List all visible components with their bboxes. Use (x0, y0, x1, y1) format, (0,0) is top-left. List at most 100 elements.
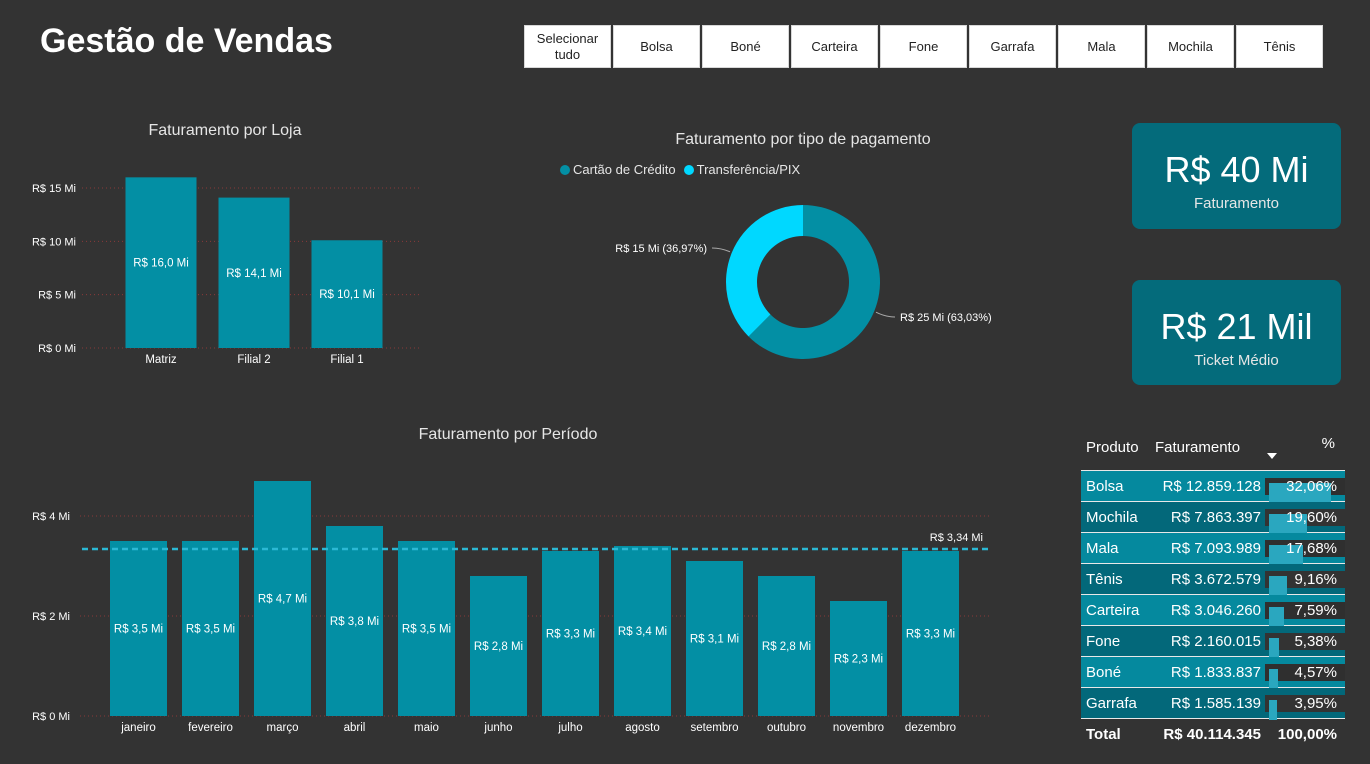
cell-produto: Carteira (1086, 601, 1140, 619)
pct-databar (1269, 637, 1280, 658)
slicer-fone[interactable]: Fone (880, 25, 967, 68)
cell-produto: Mochila (1086, 508, 1138, 526)
slicer-mochila[interactable]: Mochila (1147, 25, 1234, 68)
y-tick-label: R$ 15 Mi (32, 183, 76, 195)
data-label: R$ 10,1 Mi (319, 289, 375, 301)
table-row[interactable]: Mala R$ 7.093.989 17,68% (1081, 533, 1345, 565)
pct-databar (1269, 606, 1284, 627)
cell-faturamento: R$ 1.585.139 (1170, 694, 1261, 712)
legend-label: Transferência/PIX (696, 162, 801, 177)
pct-value: 4,57% (1294, 663, 1337, 681)
y-tick-label: R$ 4 Mi (32, 511, 70, 523)
pct-databar (1269, 699, 1277, 720)
pct-value: 19,60% (1286, 508, 1337, 526)
x-tick-label: outubro (767, 722, 806, 734)
total-value: R$ 40.114.345 (1163, 725, 1261, 743)
x-tick-label: abril (344, 722, 366, 734)
header-produto[interactable]: Produto (1081, 439, 1153, 456)
cell-pct: 9,16% (1265, 570, 1345, 596)
slicer-tenis[interactable]: Tênis (1236, 25, 1323, 68)
cell-faturamento: R$ 1.833.837 (1170, 663, 1261, 681)
slicer-mala[interactable]: Mala (1058, 25, 1145, 68)
leader-line (711, 247, 731, 253)
table-header: Produto Faturamento % (1081, 432, 1345, 462)
donut-data-label: R$ 25 Mi (63,03%) (900, 312, 992, 324)
kpi-revenue-label: Faturamento (1193, 195, 1280, 212)
slicer-select-all[interactable]: Selecionar tudo (524, 25, 611, 68)
header-pct-cell[interactable]: % (1265, 435, 1345, 459)
header-pct: % (1321, 435, 1335, 452)
data-label: R$ 3,5 Mi (114, 624, 163, 636)
cell-produto: Bolsa (1086, 477, 1124, 495)
payment-donut-chart: R$ 25 Mi (63,03%) R$ 15 Mi (36,97%) (615, 205, 992, 359)
pct-value: 32,06% (1286, 477, 1337, 495)
cell-pct: 19,60% (1265, 508, 1345, 534)
x-tick-label: agosto (625, 722, 660, 734)
cell-produto: Boné (1086, 663, 1122, 681)
table-row[interactable]: Bolsa R$ 12.859.128 32,06% (1081, 471, 1345, 503)
payment-legend: Cartão de Crédito Transferência/PIX (560, 162, 800, 177)
data-label: R$ 14,1 Mi (226, 268, 282, 280)
total-pct: 100,00% (1277, 725, 1337, 743)
cell-produto: Mala (1086, 539, 1119, 557)
legend-item-credit[interactable]: Cartão de Crédito (560, 162, 676, 177)
cell-pct: 3,95% (1265, 694, 1345, 720)
data-label: R$ 3,5 Mi (402, 624, 451, 636)
period-revenue-chart: R$ 0 Mi R$ 2 Mi R$ 4 Mi R$ 3,5 Mi janeiro R$ … (32, 481, 990, 734)
sort-down-icon[interactable] (1267, 453, 1277, 459)
cell-pct: 4,57% (1265, 663, 1345, 689)
table-row[interactable]: Boné R$ 1.833.837 4,57% (1081, 657, 1345, 689)
x-tick-label: fevereiro (188, 722, 233, 734)
kpi-ticket-card: R$ 21 Mil Ticket Médio (1132, 280, 1341, 385)
cell-faturamento: R$ 7.093.989 (1170, 539, 1261, 557)
pct-value: 17,68% (1286, 539, 1337, 557)
x-tick-label: Filial 2 (237, 354, 270, 366)
average-label: R$ 3,34 Mi (930, 532, 983, 544)
slicer-bolsa[interactable]: Bolsa (613, 25, 700, 68)
pct-value: 7,59% (1294, 601, 1337, 619)
period-chart-title: Faturamento por Período (418, 426, 598, 443)
x-tick-label: dezembro (905, 722, 956, 734)
donut-slice (726, 205, 803, 337)
table-row[interactable]: Mochila R$ 7.863.397 19,60% (1081, 502, 1345, 534)
table-body: Bolsa R$ 12.859.128 32,06% Mochila R$ 7.863.… (1081, 470, 1345, 720)
data-label: R$ 3,8 Mi (330, 616, 379, 628)
cell-pct: 32,06% (1265, 477, 1345, 503)
legend-item-pix[interactable]: Transferência/PIX (683, 162, 801, 177)
data-label: R$ 2,8 Mi (762, 641, 811, 653)
y-tick-label: R$ 2 Mi (32, 611, 70, 623)
x-tick-label: maio (414, 722, 439, 734)
slicer-bone[interactable]: Boné (702, 25, 789, 68)
cell-pct: 7,59% (1265, 601, 1345, 627)
table-row[interactable]: Carteira R$ 3.046.260 7,59% (1081, 595, 1345, 627)
table-row[interactable]: Tênis R$ 3.672.579 9,16% (1081, 564, 1345, 596)
total-label: Total (1086, 725, 1121, 743)
product-table: Produto Faturamento % Bolsa R$ 12.859.128… (1081, 432, 1345, 749)
y-tick-label: R$ 0 Mi (38, 343, 76, 355)
cell-faturamento: R$ 3.046.260 (1170, 601, 1261, 619)
pct-value: 5,38% (1294, 632, 1337, 650)
pct-value: 3,95% (1294, 694, 1337, 712)
data-label: R$ 3,3 Mi (906, 629, 955, 641)
data-label: R$ 3,4 Mi (618, 626, 667, 638)
cell-produto: Tênis (1086, 570, 1123, 588)
cell-faturamento: R$ 3.672.579 (1170, 570, 1261, 588)
kpi-ticket-label: Ticket Médio (1194, 352, 1279, 369)
slicer-garrafa[interactable]: Garrafa (969, 25, 1056, 68)
y-tick-label: R$ 0 Mi (32, 711, 70, 723)
x-tick-label: Matriz (145, 354, 177, 366)
data-label: R$ 16,0 Mi (133, 258, 189, 270)
table-total-row: Total R$ 40.114.345 100,00% (1081, 719, 1345, 749)
x-tick-label: março (267, 722, 299, 734)
kpi-revenue-card: R$ 40 Mi Faturamento (1132, 123, 1341, 229)
data-label: R$ 2,3 Mi (834, 654, 883, 666)
table-row[interactable]: Fone R$ 2.160.015 5,38% (1081, 626, 1345, 658)
header-faturamento[interactable]: Faturamento (1153, 439, 1265, 456)
legend-dot-icon (560, 164, 570, 175)
x-tick-label: junho (483, 722, 512, 734)
table-row[interactable]: Garrafa R$ 1.585.139 3,95% (1081, 688, 1345, 720)
data-label: R$ 3,5 Mi (186, 624, 235, 636)
kpi-ticket-value: R$ 21 Mil (1160, 306, 1313, 347)
slicer-carteira[interactable]: Carteira (791, 25, 878, 68)
pct-databar (1269, 575, 1287, 596)
